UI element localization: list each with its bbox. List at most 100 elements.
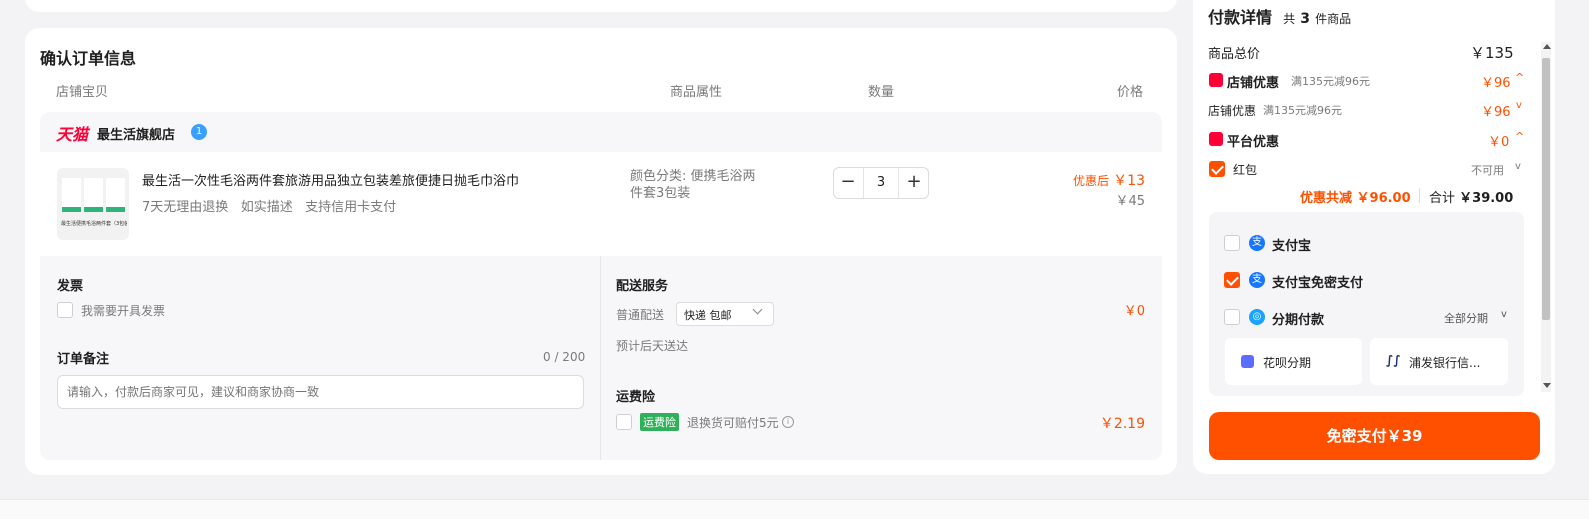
insurance-price: ￥2.19 (1099, 416, 1145, 432)
after-discount-label: 优惠后 (1073, 174, 1110, 188)
item-row: 最生活便携毛浴两件套（3包装） 最生活一次性毛浴两件套旅游用品独立包装差旅便捷日… (40, 152, 1162, 256)
store-header: 天猫 最生活旗舰店 1 (40, 112, 1162, 152)
huabei-label: 花呗分期 (1263, 356, 1312, 370)
red-packet-checkbox[interactable] (1209, 161, 1225, 177)
invoice-option-label: 我需要开具发票 (81, 304, 166, 318)
item-title[interactable]: 最生活一次性毛浴两件套旅游用品独立包装差旅便捷日抛毛巾浴巾 (142, 170, 519, 189)
scrollbar[interactable] (1541, 42, 1551, 392)
remarks-title: 订单备注 (57, 352, 110, 367)
alipay-nopwd-label[interactable]: 支付宝免密支付 (1272, 272, 1363, 291)
col-header-qty: 数量 (868, 85, 895, 100)
alipay-icon: 支 (1249, 235, 1265, 251)
attr-line: 件套3包装 (630, 186, 691, 201)
red-packet-label: 红包 (1233, 163, 1258, 177)
huabei-option[interactable]: 花呗分期 (1225, 338, 1362, 385)
invoice-title: 发票 (57, 279, 84, 294)
store-name[interactable]: 最生活旗舰店 (97, 124, 175, 143)
insurance-badge: 运费险 (640, 413, 679, 431)
minus-icon[interactable]: − (834, 168, 862, 198)
payment-scroll-area[interactable]: 商品总价 ￥135 店铺优惠 满135元减96元 ￥96 ^ 店铺优惠 满135… (1193, 36, 1555, 396)
chevron-up-icon[interactable]: ^ (1515, 71, 1524, 84)
installment-option[interactable]: 全部分期 (1444, 310, 1488, 326)
service-tag: 如实描述 (240, 200, 293, 215)
attr-line: 颜色分类: 便携毛浴两 (630, 169, 756, 184)
store-discount-sub-value: ￥96 (1481, 105, 1511, 120)
item-count: 3 (1300, 11, 1310, 27)
col-header-price: 价格 (1117, 85, 1144, 100)
spdb-option[interactable]: ∫∫ 浦发银行信... (1370, 338, 1508, 385)
store-discount-value: ￥96 (1481, 76, 1511, 91)
installment-label[interactable]: 分期付款 (1272, 309, 1324, 328)
alipay-checkbox[interactable] (1224, 235, 1240, 251)
plus-icon[interactable]: + (900, 168, 928, 198)
item-thumbnail[interactable]: 最生活便携毛浴两件套（3包装） (57, 168, 129, 240)
store-badge-icon: 1 (191, 124, 207, 140)
payment-methods: 支 支付宝 支 支付宝免密支付 ◎ 分期付款 全部分期 v 花呗分期 ∫∫ 浦发… (1209, 212, 1524, 396)
col-header-attr: 商品属性 (670, 85, 723, 100)
item-services: 7天无理由退换 如实描述 支持信用卡支付 (142, 196, 396, 215)
price-after-discount: 优惠后 ￥13 (1073, 170, 1145, 190)
lower-divider (600, 256, 601, 460)
tmall-logo-icon: 天猫 (56, 125, 89, 144)
store-discount-sub-label: 店铺优惠 (1208, 104, 1257, 118)
installment-checkbox[interactable] (1224, 309, 1240, 325)
delivery-method-label: 普通配送 (616, 308, 665, 322)
alipay-nopwd-checkbox[interactable] (1224, 272, 1240, 288)
scroll-up-icon[interactable] (1543, 44, 1551, 49)
insurance-checkbox[interactable] (616, 414, 632, 430)
platform-coupon-icon (1209, 132, 1223, 146)
chevron-down-icon[interactable]: v (1515, 161, 1521, 172)
remarks-input[interactable] (57, 375, 584, 409)
scrollbar-thumb[interactable] (1542, 58, 1550, 320)
platform-discount-label[interactable]: 平台优惠 (1227, 131, 1279, 150)
store-discount-sub-note: 满135元减96元 (1263, 104, 1342, 117)
summary-total-value: ￥39.00 (1459, 191, 1514, 206)
delivery-select[interactable]: 快递 包邮 (676, 302, 774, 326)
count-post: 件商品 (1315, 12, 1352, 26)
original-price: ￥45 (1115, 194, 1145, 209)
total-value: ￥135 (1470, 44, 1514, 62)
service-tag: 支持信用卡支付 (305, 200, 397, 215)
pay-button[interactable]: 免密支付￥39 (1209, 412, 1540, 460)
chevron-up-icon[interactable]: ^ (1515, 130, 1524, 143)
info-icon[interactable]: i (782, 416, 794, 428)
insurance-title: 运费险 (616, 390, 656, 405)
red-packet-status[interactable]: 不可用 (1471, 162, 1504, 178)
payment-title: 付款详情 (1208, 8, 1273, 27)
coupon-icon (1209, 73, 1223, 87)
total-label: 商品总价 (1208, 47, 1261, 62)
chevron-down-icon (752, 304, 763, 315)
previous-card (25, 0, 1177, 12)
spdb-label: 浦发银行信... (1409, 356, 1481, 370)
quantity-value[interactable]: 3 (864, 175, 898, 190)
delivery-fee: ￥0 (1123, 304, 1145, 319)
summary-total: 合计 ￥39.00 (1429, 187, 1513, 206)
installment-icon: ◎ (1249, 309, 1265, 325)
service-tag: 7天无理由退换 (142, 200, 229, 215)
summary-total-label: 合计 (1429, 191, 1456, 206)
chevron-down-icon[interactable]: v (1516, 100, 1522, 111)
order-card: 确认订单信息 店铺宝贝 商品属性 数量 价格 天猫 最生活旗舰店 1 最生活便携… (25, 28, 1177, 475)
section-title: 确认订单信息 (40, 49, 137, 68)
summary-discount: 优惠共减 ￥96.00 (1300, 191, 1411, 206)
remarks-counter: 0 / 200 (543, 350, 586, 364)
store-discount-label[interactable]: 店铺优惠 (1227, 72, 1279, 91)
quantity-stepper: − 3 + (833, 167, 929, 199)
invoice-checkbox[interactable] (57, 302, 73, 318)
col-header-item: 店铺宝贝 (56, 85, 109, 100)
after-discount-price: ￥13 (1113, 173, 1145, 189)
spdb-icon: ∫∫ (1386, 353, 1401, 367)
delivery-select-value: 快递 包邮 (684, 309, 732, 322)
delivery-title: 配送服务 (616, 279, 669, 294)
huabei-icon (1241, 355, 1254, 368)
count-pre: 共 (1283, 12, 1296, 26)
alipay-label[interactable]: 支付宝 (1272, 235, 1311, 254)
store-block: 天猫 最生活旗舰店 1 最生活便携毛浴两件套（3包装） 最生活一次性毛浴两件套旅… (40, 112, 1162, 460)
delivery-eta: 预计后天送达 (616, 339, 689, 353)
insurance-desc: 退换货可赔付5元 (687, 416, 779, 430)
platform-discount-value: ￥0 (1488, 135, 1510, 150)
store-discount-note: 满135元减96元 (1291, 75, 1370, 88)
scroll-down-icon[interactable] (1543, 383, 1551, 388)
chevron-down-icon[interactable]: v (1501, 309, 1507, 320)
thumbnail-caption: 最生活便携毛浴两件套（3包装） (61, 221, 127, 227)
